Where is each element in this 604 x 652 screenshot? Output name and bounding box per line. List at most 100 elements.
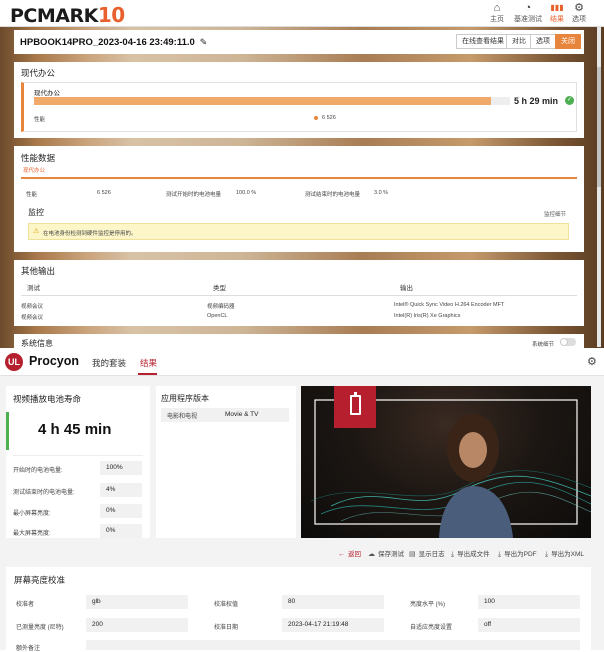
close-button[interactable]: 关闭 (555, 34, 581, 49)
gear-icon: ⚙ (574, 2, 584, 14)
export-file-button[interactable]: ⤓ 导出成文件 (451, 548, 490, 559)
download-icon: ⤓ (545, 551, 549, 558)
section-title: 系统信息 (21, 339, 53, 348)
download-icon: ⤓ (451, 551, 455, 558)
divider (13, 455, 143, 456)
view-online-button[interactable]: 在线查看结果 (456, 34, 510, 49)
tab-modern-office[interactable]: 现代办公 (23, 166, 45, 174)
battery-life-card: 视频播放电池寿命 4 h 45 min 开始时的电池电量: 100% 测试结束时… (6, 386, 150, 538)
field-label: 自适应亮度设置 (410, 625, 453, 631)
notes-field (86, 640, 580, 650)
procyon-wordmark: Procyon (29, 354, 80, 368)
procyon-header: UL Procyon 我的套装 结果 ⚙ (0, 348, 604, 376)
edit-icon[interactable]: ✎ (200, 37, 208, 48)
end-battery-value: 3.0 % (374, 190, 389, 196)
field-value: 2023-04-17 21:19:48 (282, 618, 384, 632)
divider (21, 295, 577, 296)
row-label: 最小屏幕亮度: (13, 511, 51, 517)
battery-test-badge (334, 386, 376, 428)
row-label: 最大屏幕亮度: (13, 531, 51, 537)
legend-dot (314, 116, 318, 120)
scrollbar[interactable] (597, 27, 601, 347)
row-label: 开始时的电池电量: (13, 468, 63, 474)
cloud-icon: ☁ (368, 551, 375, 558)
modern-office-card: 现代办公 现代办公 5 h 29 min ✓ 性能 6 526 (14, 62, 584, 138)
perf-data-card: 性能数据 现代办公 性能 6 526 测试开始时的电池电量 100.0 % 测试… (14, 146, 584, 252)
document-icon: ▤ (409, 551, 416, 558)
field-label: 已测量亮度 (尼特) (16, 625, 64, 631)
start-battery-label: 测试开始时的电池电量 (166, 192, 222, 198)
col-header-output: 输出 (400, 285, 413, 292)
monitor-title: 监控 (28, 208, 44, 217)
start-battery-value: 100.0 % (236, 190, 257, 196)
row-value: 100% (100, 461, 142, 475)
compare-button[interactable]: 对比 (506, 34, 532, 49)
section-title: 性能数据 (21, 153, 56, 163)
options-button[interactable]: 选项 (530, 34, 556, 49)
warning-banner: ⚠ 在电池身份检测到硬件监控是停用的。 (28, 223, 569, 240)
gear-icon[interactable]: ⚙ (587, 355, 597, 368)
row-value: 4% (100, 483, 142, 497)
field-value: 80 (282, 595, 384, 609)
brightness-card: 屏幕亮度校准 校准者 glb 校准权值 80 亮度水平 (%) 100 已测量亮… (6, 567, 591, 652)
row-label: 测试结束时的电池电量: (13, 490, 75, 496)
modern-office-result[interactable]: 现代办公 5 h 29 min ✓ 性能 6 526 (21, 82, 577, 132)
field-value: 200 (86, 618, 188, 632)
result-title-bar: HPBOOK14PRO_2023-04-16 23:49:11.0 ✎ 在线查看… (14, 30, 584, 54)
field-value: off (478, 618, 580, 632)
card-title: 应用程序版本 (161, 394, 209, 403)
tab-my-suites[interactable]: 我的套装 (92, 357, 126, 369)
perf-row-value: 6 526 (97, 190, 111, 196)
arrow-left-icon: ← (338, 551, 345, 558)
table-cell: Intel® Quick Sync Video H.264 Encoder MF… (394, 302, 505, 308)
table-cell: 视频编码器 (207, 304, 235, 310)
pcmark-window: PCMARK10 ⌂ 主页 ◔ 基准测试 ▮▮▮ 结果 ⚙ 选项 HPBOOK14PRO… (0, 0, 604, 348)
export-xml-button[interactable]: ⤓ 导出为XML (545, 548, 584, 559)
field-label: 校准权值 (214, 602, 239, 608)
battery-icon (350, 392, 361, 415)
nav-options[interactable]: ⚙ 选项 (560, 2, 598, 24)
save-test-button[interactable]: ☁ 保存测试 (368, 548, 404, 558)
card-title: 屏幕亮度校准 (14, 575, 66, 585)
version-value: Movie & TV (225, 411, 259, 418)
export-pdf-button[interactable]: ⤓ 导出为PDF (498, 548, 537, 559)
end-battery-label: 测试结束时的电池电量 (305, 192, 361, 198)
tab-results[interactable]: 结果 (140, 357, 157, 369)
field-label: 校准者 (16, 602, 35, 608)
field-label: 亮度水平 (%) (410, 602, 445, 608)
field-value: glb (86, 595, 188, 609)
pcmark-logo: PCMARK10 (10, 3, 125, 27)
card-title: 视频播放电池寿命 (13, 394, 82, 404)
section-title: 其他输出 (21, 266, 56, 276)
score-bar-track (34, 97, 510, 105)
result-title: HPBOOK14PRO_2023-04-16 23:49:11.0 (20, 36, 195, 48)
field-label: 校准日期 (214, 625, 239, 631)
score-value: 5 h 29 min (514, 96, 559, 106)
monitor-details-link[interactable]: 监控细节 (544, 210, 566, 218)
back-button[interactable]: ← 返回 (338, 548, 361, 558)
battery-score: 4 h 45 min (38, 421, 112, 438)
version-label: 电影和电视 (167, 414, 198, 420)
show-log-button[interactable]: ▤ 显示日志 (409, 548, 445, 558)
table-cell: OpenCL (207, 313, 228, 319)
ul-logo: UL (5, 353, 23, 371)
check-icon: ✓ (565, 96, 574, 105)
system-details-toggle[interactable] (560, 338, 576, 346)
score-accent (6, 412, 9, 450)
system-info-card: 系统信息 系统细节 (14, 334, 584, 348)
hero-image (301, 386, 591, 538)
version-row: 电影和电视 Movie & TV (161, 408, 289, 422)
table-cell: 视频会议 (21, 315, 44, 321)
table-cell: Intel(R) Iris(R) Xe Graphics (394, 313, 461, 319)
row-value: 0% (100, 524, 142, 538)
perf-label: 性能 (34, 117, 46, 123)
notes-label: 额外备注 (16, 646, 41, 652)
score-bar-fill (34, 97, 491, 105)
warning-icon: ⚠ (33, 228, 40, 235)
pcmark-header: PCMARK10 ⌂ 主页 ◔ 基准测试 ▮▮▮ 结果 ⚙ 选项 (0, 0, 604, 27)
system-details-label: 系统细节 (532, 342, 555, 348)
section-title: 现代办公 (21, 68, 56, 78)
col-header-test: 测试 (27, 285, 40, 292)
other-output-card: 其他输出 测试 类型 输出 视频会议 视频编码器 Intel® Quick Sy… (14, 260, 584, 326)
app-version-card: 应用程序版本 电影和电视 Movie & TV (156, 386, 296, 538)
